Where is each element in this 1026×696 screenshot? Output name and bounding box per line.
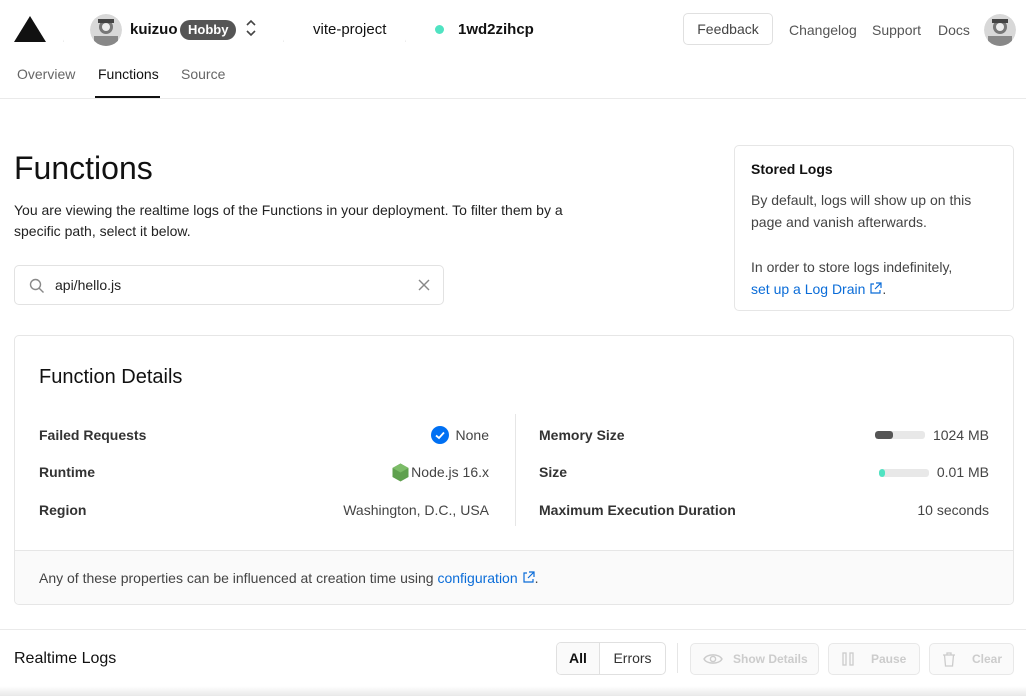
details-footer: Any of these properties can be influence…	[15, 550, 1013, 604]
tab-functions[interactable]: Functions	[98, 66, 159, 82]
filter-errors-button[interactable]: Errors	[600, 643, 665, 674]
failed-requests-value: None	[455, 427, 489, 443]
memory-usage-fill	[875, 431, 893, 439]
stored-logs-title: Stored Logs	[751, 161, 833, 177]
memory-usage-bar	[875, 431, 925, 439]
breadcrumb-separator	[283, 39, 284, 42]
clear-button[interactable]: Clear	[929, 643, 1014, 675]
nav-docs[interactable]: Docs	[938, 22, 970, 38]
eye-icon	[703, 654, 723, 664]
log-drain-link[interactable]: set up a Log Drain	[751, 281, 883, 297]
filter-all-button[interactable]: All	[557, 643, 600, 674]
column-divider	[515, 414, 516, 526]
show-details-label[interactable]: Show Details	[733, 644, 808, 674]
period-text: .	[882, 281, 887, 297]
stored-logs-instructions: In order to store logs indefinitely, set…	[751, 256, 1001, 300]
stored-logs-instructions-text: In order to store logs indefinitely,	[751, 259, 953, 275]
check-circle-icon	[431, 426, 449, 444]
search-input[interactable]	[55, 274, 405, 296]
chevron-up-down-icon[interactable]	[244, 17, 258, 39]
footer-text-prefix: Any of these properties can be influence…	[39, 570, 434, 586]
breadcrumb-separator	[63, 39, 64, 42]
feedback-button[interactable]: Feedback	[683, 13, 773, 45]
function-details-card: Function Details Failed Requests None Ru…	[14, 335, 1014, 605]
project-name[interactable]: vite-project	[313, 21, 386, 38]
stored-logs-text: By default, logs will show up on this pa…	[751, 192, 972, 230]
nav-changelog[interactable]: Changelog	[789, 22, 857, 38]
max-duration-value: 10 seconds	[917, 502, 989, 518]
max-duration-label: Maximum Execution Duration	[539, 502, 736, 518]
pause-label[interactable]: Pause	[871, 644, 906, 674]
configuration-link[interactable]: configuration	[437, 570, 535, 586]
vercel-logo-icon[interactable]	[14, 16, 46, 42]
external-link-icon	[523, 571, 535, 583]
page-title: Functions	[14, 150, 153, 186]
realtime-logs-title: Realtime Logs	[14, 650, 117, 667]
account-avatar[interactable]	[984, 14, 1016, 46]
details-footer-text: Any of these properties can be influence…	[39, 570, 539, 586]
nav-support[interactable]: Support	[872, 22, 921, 38]
tab-overview[interactable]: Overview	[17, 66, 75, 82]
region-label: Region	[39, 502, 87, 518]
function-details-title: Function Details	[39, 366, 183, 388]
external-link-icon	[870, 282, 883, 294]
close-icon[interactable]	[417, 278, 431, 292]
period-text: .	[534, 570, 539, 586]
function-path-search[interactable]	[14, 265, 444, 305]
search-icon	[29, 278, 44, 293]
deployment-status-dot	[435, 25, 444, 34]
runtime-value: Node.js 16.x	[411, 464, 489, 480]
toolbar-divider	[677, 643, 678, 673]
user-name[interactable]: kuizuo	[130, 21, 178, 38]
breadcrumb-separator	[405, 39, 406, 42]
deployment-id[interactable]: 1wd2zihcp	[458, 21, 534, 38]
trash-icon	[943, 652, 955, 667]
log-filter-toggle: All Errors	[556, 642, 666, 675]
bottom-shadow	[0, 686, 1026, 696]
stored-logs-card: Stored Logs By default, logs will show u…	[734, 145, 1014, 311]
size-usage-bar	[879, 469, 929, 477]
page-description: You are viewing the realtime logs of the…	[14, 202, 563, 239]
pause-button[interactable]: Pause	[828, 643, 920, 675]
clear-label[interactable]: Clear	[972, 644, 1002, 674]
configuration-link-label[interactable]: configuration	[437, 570, 517, 586]
top-header: kuizuo Hobby vite-project 1wd2zihcp Feed…	[0, 0, 1026, 99]
size-value: 0.01 MB	[936, 464, 989, 480]
memory-size-value: 1024 MB	[932, 427, 989, 443]
user-avatar[interactable]	[90, 14, 122, 46]
active-tab-indicator	[95, 96, 160, 98]
log-drain-link-label[interactable]: set up a Log Drain	[751, 281, 865, 297]
pause-icon	[842, 652, 854, 666]
failed-requests-label: Failed Requests	[39, 427, 147, 443]
nodejs-icon	[392, 463, 409, 482]
runtime-label: Runtime	[39, 464, 95, 480]
size-label: Size	[539, 464, 568, 480]
plan-badge: Hobby	[180, 20, 237, 40]
tab-source[interactable]: Source	[181, 66, 225, 82]
region-value: Washington, D.C., USA	[343, 502, 489, 518]
memory-size-label: Memory Size	[539, 427, 625, 443]
show-details-button[interactable]: Show Details	[690, 643, 819, 675]
size-usage-fill	[879, 469, 885, 477]
